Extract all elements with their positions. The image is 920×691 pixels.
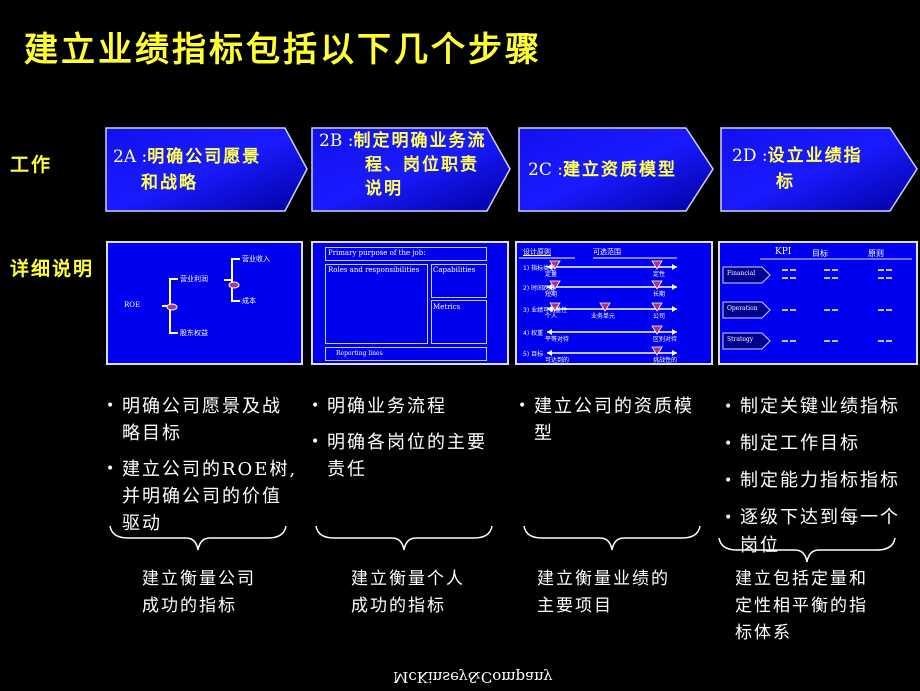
bullet-item: 制定关键业绩指标 [724,393,918,421]
result-line: 标体系 [735,623,792,643]
step-2b-text: 2B :制定明确业务流 程、岗位职责 说明 [319,127,486,214]
capabilities-box: Capabilities [431,264,487,298]
result-2b: 建立衡量个人 成功的指标 [351,566,465,620]
bullet-item: 建立公司的资质模型 [518,393,712,447]
step-2a: 2A :明确公司愿景 和战略 [105,127,308,212]
job-template-panel: Primary purpose of the job: Roles and re… [311,241,509,365]
scale-end-label: 定性 [653,271,666,278]
kpi-row-label: Operation [727,305,758,312]
result-line: 建立衡量公司 [142,569,256,589]
step-line: 程、岗位职责 [365,155,479,175]
scale-marker-icon [599,302,611,312]
reporting-label: Reporting lines [336,350,383,357]
reporting-box: Reporting lines [325,347,487,361]
metrics-label: Metrics [433,303,461,311]
row-label-work: 工作 [10,154,53,176]
competency-panel: 设计原则 可选范围 1) 指标类型 定量 定性 2) 时间跨度 短期 长期 3) 业绩可衡量… [515,241,713,365]
kpi-table-panel: KPI 目标 原则 Financial Operation Strategy [718,241,918,365]
roe-branch-label: 股东权益 [180,329,208,337]
scale-end-label: 可达到的 [545,357,570,364]
step-2d-text: 2D :设立业绩指 标 [732,127,863,228]
step-code: 2A : [113,146,148,167]
roe-sub-label: 成本 [242,297,256,305]
roe-sub-label: 营业收入 [242,255,270,263]
scale-end-label: 公司 [653,313,666,320]
capabilities-label: Capabilities [433,266,476,274]
roles-label: Roles and responsibilities [328,266,420,274]
scale-end-label: 定量 [545,271,558,278]
page-title: 建立业绩指标包括以下几个步骤 [24,30,542,70]
row-label-details: 详细说明 [10,258,95,280]
scale-end-label: 短期 [545,291,558,298]
step-2c-text: 2C :建立资质模型 [528,127,677,212]
metrics-box: Metrics [431,300,487,344]
primary-purpose-label: Primary purpose of the job: [328,249,426,257]
result-line: 成功的指标 [142,596,237,616]
scale-marker-icon [651,260,663,270]
scale-end-label: 挑战性的 [653,357,678,364]
bullet-item: 明确业务流程 [311,393,505,420]
result-line: 建立包括定量和 [735,569,868,589]
brace-icon [718,537,896,563]
bullet-item: 制定能力指标指标 [724,467,918,495]
competency-row-label: 4) 权重 [523,330,544,337]
step-line: 设立业绩指 [767,146,863,166]
roles-box: Roles and responsibilities [325,264,428,344]
scale-end-label: 长期 [653,291,666,298]
bullet-item: 明确公司愿景及战略目标 [106,393,300,447]
result-line: 建立衡量个人 [351,569,465,589]
result-line: 建立衡量业绩的 [537,569,670,589]
primary-purpose-box: Primary purpose of the job: [325,247,487,261]
step-code: 2B : [319,131,354,151]
scale-end-label: 业务单元 [591,313,616,320]
scale-marker-icon [651,346,663,356]
step-line: 制定明确业务流 [353,131,487,151]
step-code: 2C : [528,159,563,180]
arrow-head-icon [672,264,677,270]
result-line: 定性相平衡的指 [735,596,868,616]
competency-row-label: 5) 目标 [523,351,544,358]
kpi-row-label: Strategy [727,336,754,343]
step-2d: 2D :设立业绩指 标 [720,127,918,212]
result-line: 主要项目 [537,596,613,616]
step-line: 明确公司愿景 [147,146,262,167]
bullet-item: 明确各岗位的主要责任 [311,429,505,483]
competency-scales [519,257,677,356]
step-line: 标 [776,172,795,192]
scale-end-label: 区别对待 [653,336,678,343]
kpi-grid [722,258,912,350]
step-2a-text: 2A :明确公司愿景 和战略 [113,127,261,212]
step-code: 2D : [732,146,768,166]
mckinsey-logo: McKinsey&Company [393,668,553,686]
bullets-2c: 建立公司的资质模型 [518,393,712,456]
step-2c: 2C :建立资质模型 [518,127,714,212]
roe-tree-panel: ROE 营业利润 股东权益 营业收入 成本 [106,241,303,365]
result-2a: 建立衡量公司 成功的指标 [142,566,256,620]
scale-marker-icon [651,302,663,312]
result-2d: 建立包括定量和 定性相平衡的指 标体系 [735,566,868,647]
bullets-2b: 明确业务流程 明确各岗位的主要责任 [311,393,505,492]
scale-end-label: 平等对待 [545,336,570,343]
kpi-row-label: Financial [727,270,756,277]
result-2c: 建立衡量业绩的 主要项目 [537,566,670,620]
brace-icon [315,525,493,551]
scale-marker-icon [651,325,663,335]
roe-branch-label: 营业利润 [180,275,208,283]
scale-marker-icon [651,280,663,290]
brace-icon [109,525,287,551]
step-2b: 2B :制定明确业务流 程、岗位职责 说明 [311,127,511,212]
roe-root-label: ROE [124,301,141,309]
step-line: 和战略 [141,172,198,193]
scale-end-label: 个人 [545,313,558,320]
arrow-head-icon [672,284,677,290]
result-line: 成功的指标 [351,596,446,616]
bullet-item: 制定工作目标 [724,430,918,458]
arrow-head-icon [672,306,677,312]
step-line: 建立资质模型 [562,159,677,180]
brace-icon [523,525,701,551]
step-line: 说明 [365,179,403,199]
